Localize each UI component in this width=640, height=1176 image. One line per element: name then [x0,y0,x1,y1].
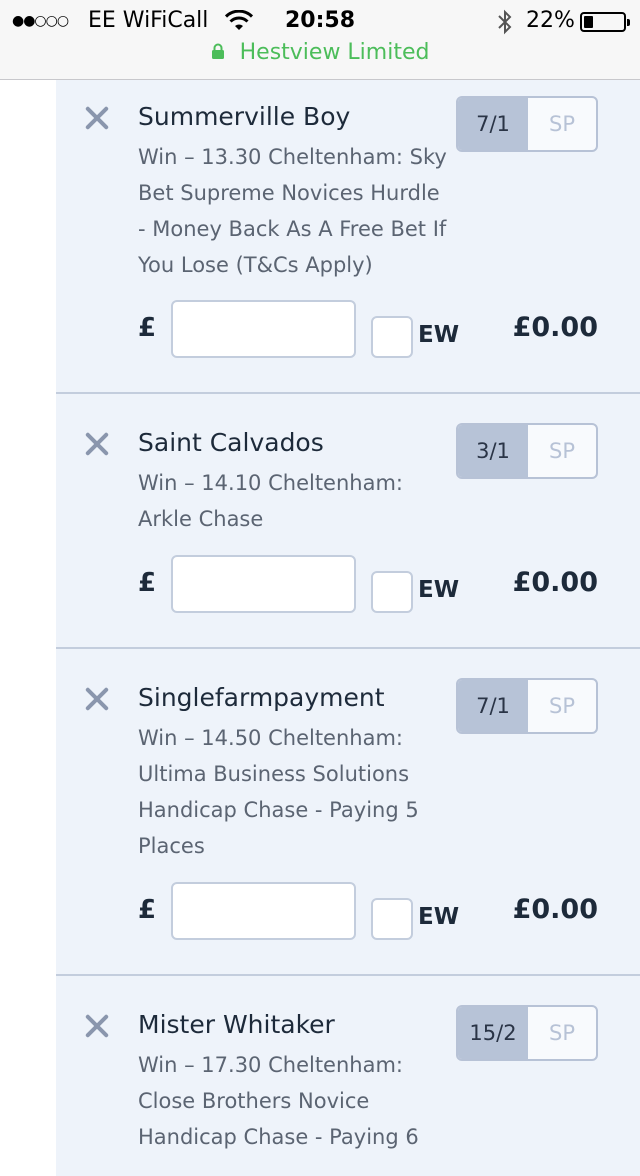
price-button[interactable]: 7/1 [458,680,528,732]
bluetooth-icon [498,9,512,35]
odds-selector: 15/2 SP [456,1005,598,1061]
close-icon[interactable] [84,105,110,131]
price-button[interactable]: 3/1 [458,425,528,477]
currency-symbol: £ [138,313,157,343]
potential-returns: £0.00 [512,567,598,598]
bet-card: Summerville Boy Win – 13.30 Cheltenham: … [56,80,640,394]
each-way-label: EW [418,904,460,930]
battery-icon [580,12,630,32]
bet-description: Win – 14.10 Cheltenham: Arkle Chase [138,471,403,531]
currency-symbol: £ [138,568,157,598]
each-way-checkbox[interactable] [371,571,413,613]
runner-name: Singlefarmpayment [138,683,385,712]
sp-button[interactable]: SP [528,98,596,150]
each-way-checkbox[interactable] [371,316,413,358]
runner-name: Summerville Boy [138,102,351,131]
stake-input[interactable] [171,882,356,940]
sp-button[interactable]: SP [528,1007,596,1059]
status-bar: ●●○○○ EE WiFiCall 20:58 22% Hestview Lim… [0,0,640,80]
each-way-label: EW [418,577,460,603]
potential-returns: £0.00 [512,894,598,925]
bet-slip-list: Summerville Boy Win – 13.30 Cheltenham: … [56,80,640,1176]
url-bar[interactable]: Hestview Limited [0,40,640,70]
stake-input[interactable] [171,555,356,613]
runner-name: Saint Calvados [138,428,324,457]
site-name: Hestview Limited [239,40,430,65]
sp-button[interactable]: SP [528,425,596,477]
each-way-checkbox[interactable] [371,898,413,940]
close-icon[interactable] [84,1013,110,1039]
potential-returns: £0.00 [512,312,598,343]
bet-card: Mister Whitaker Win – 17.30 Cheltenham: … [56,976,640,1176]
close-icon[interactable] [84,686,110,712]
bet-card: Saint Calvados Win – 14.10 Cheltenham: A… [56,394,640,649]
odds-selector: 7/1 SP [456,678,598,734]
each-way-label: EW [418,322,460,348]
battery-percent: 22% [526,8,575,33]
currency-symbol: £ [138,895,157,925]
odds-selector: 3/1 SP [456,423,598,479]
sp-button[interactable]: SP [528,680,596,732]
odds-selector: 7/1 SP [456,96,598,152]
price-button[interactable]: 7/1 [458,98,528,150]
bet-description: Win – 13.30 Cheltenham: Sky Bet Supreme … [138,145,447,277]
bet-description: Win – 14.50 Cheltenham: Ultima Business … [138,726,419,858]
runner-name: Mister Whitaker [138,1010,335,1039]
lock-icon [211,43,224,59]
stake-input[interactable] [171,300,356,358]
close-icon[interactable] [84,431,110,457]
price-button[interactable]: 15/2 [458,1007,528,1059]
bet-description: Win – 17.30 Cheltenham: Close Brothers N… [138,1053,419,1149]
bet-card: Singlefarmpayment Win – 14.50 Cheltenham… [56,649,640,976]
